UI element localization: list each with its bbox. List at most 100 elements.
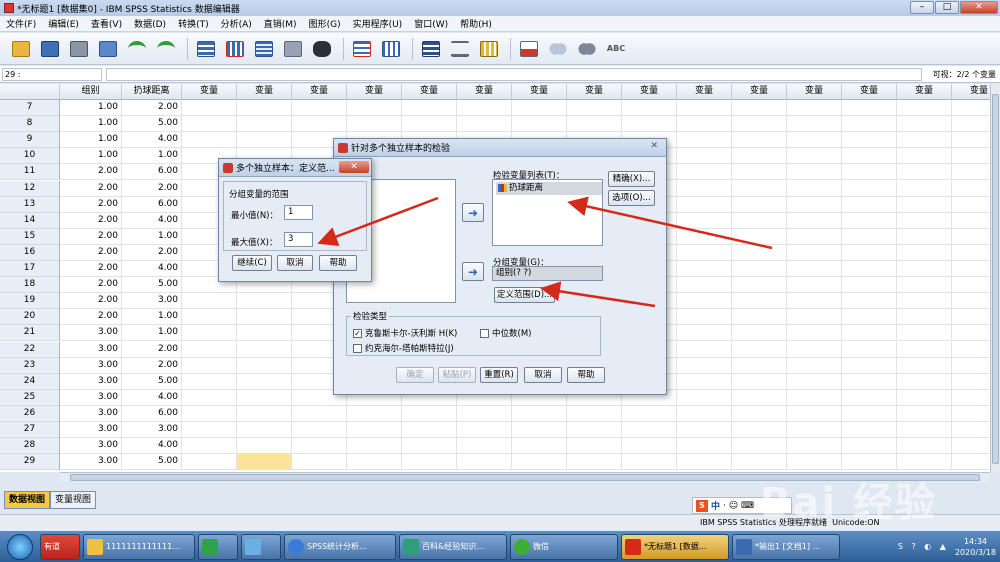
median-checkbox-box[interactable]: [480, 329, 489, 338]
empty-cell[interactable]: [897, 389, 952, 406]
empty-cell[interactable]: [897, 100, 952, 117]
empty-cell[interactable]: [897, 261, 952, 278]
empty-column-header[interactable]: 变量: [402, 84, 457, 100]
empty-cell[interactable]: [512, 438, 567, 455]
row-number[interactable]: 29: [0, 454, 60, 471]
run-descriptives-icon[interactable]: [280, 37, 306, 61]
taskbar-spss-data[interactable]: *无标题1 [数据...: [621, 533, 729, 560]
weight-cases-icon[interactable]: [447, 37, 473, 61]
empty-column-header[interactable]: 变量: [897, 84, 952, 100]
empty-cell[interactable]: [952, 229, 990, 245]
empty-cell[interactable]: [732, 325, 787, 342]
tests-dialog-close-button[interactable]: ✕: [650, 141, 658, 151]
empty-cell[interactable]: [787, 164, 842, 181]
empty-cell[interactable]: [347, 422, 402, 439]
cell-distance[interactable]: 5.00: [122, 373, 182, 390]
empty-cell[interactable]: [567, 454, 622, 471]
empty-cell[interactable]: [457, 405, 512, 422]
cell-group[interactable]: 2.00: [60, 277, 122, 294]
empty-cell[interactable]: [402, 454, 457, 471]
cell-distance[interactable]: 1.00: [122, 309, 182, 326]
print-icon[interactable]: [66, 37, 92, 61]
empty-cell[interactable]: [237, 422, 292, 439]
empty-cell[interactable]: [787, 261, 842, 278]
range-help-button[interactable]: 帮助: [319, 255, 357, 271]
cell-group[interactable]: 3.00: [60, 357, 122, 374]
menu-window[interactable]: 窗口(W): [408, 17, 454, 30]
empty-cell[interactable]: [402, 438, 457, 455]
empty-cell[interactable]: [897, 357, 952, 374]
empty-cell[interactable]: [732, 100, 787, 117]
empty-cell[interactable]: [182, 373, 237, 390]
empty-cell[interactable]: [237, 309, 292, 326]
empty-cell[interactable]: [182, 438, 237, 455]
menu-graphs[interactable]: 图形(G): [303, 17, 347, 30]
cell-group[interactable]: 2.00: [60, 180, 122, 197]
empty-cell[interactable]: [347, 405, 402, 422]
goto-case-icon[interactable]: [193, 37, 219, 61]
empty-cell[interactable]: [842, 389, 897, 406]
empty-cell[interactable]: [182, 325, 237, 342]
cell-group[interactable]: 1.00: [60, 148, 122, 165]
empty-cell[interactable]: [402, 100, 457, 117]
empty-cell[interactable]: [237, 116, 292, 133]
paste-button[interactable]: 粘贴(P): [438, 367, 476, 383]
empty-cell[interactable]: [567, 438, 622, 455]
taskbar-wechat[interactable]: 微信: [510, 533, 618, 560]
empty-cell[interactable]: [952, 261, 990, 278]
empty-cell[interactable]: [677, 277, 732, 294]
empty-cell[interactable]: [787, 438, 842, 455]
empty-cell[interactable]: [897, 212, 952, 229]
cell-distance[interactable]: 2.00: [122, 180, 182, 197]
cell-group[interactable]: 1.00: [60, 132, 122, 149]
empty-cell[interactable]: [182, 100, 237, 117]
cell-distance[interactable]: 4.00: [122, 132, 182, 149]
cell-group[interactable]: 3.00: [60, 373, 122, 390]
show-all-variables-icon[interactable]: [574, 37, 600, 61]
empty-cell[interactable]: [512, 422, 567, 439]
row-number[interactable]: 21: [0, 325, 60, 342]
cell-group[interactable]: 3.00: [60, 405, 122, 422]
cell-group[interactable]: 2.00: [60, 228, 122, 245]
open-icon[interactable]: [8, 37, 34, 61]
goto-variable-icon[interactable]: [222, 37, 248, 61]
empty-cell[interactable]: [787, 357, 842, 374]
help-button[interactable]: 帮助: [567, 367, 605, 383]
menu-transform[interactable]: 转换(T): [172, 17, 215, 30]
empty-cell[interactable]: [677, 309, 732, 326]
minimize-button[interactable]: –: [910, 1, 934, 14]
empty-cell[interactable]: [237, 293, 292, 310]
menu-help[interactable]: 帮助(H): [454, 17, 498, 30]
reset-button[interactable]: 重置(R): [480, 367, 518, 383]
cancel-button[interactable]: 取消: [524, 367, 562, 383]
empty-cell[interactable]: [842, 373, 897, 390]
empty-cell[interactable]: [897, 422, 952, 439]
empty-cell[interactable]: [512, 116, 567, 133]
empty-cell[interactable]: [347, 438, 402, 455]
column-header[interactable]: 组别: [60, 84, 122, 100]
empty-cell[interactable]: [512, 405, 567, 422]
empty-cell[interactable]: [952, 374, 990, 390]
empty-cell[interactable]: [237, 325, 292, 342]
cell-distance[interactable]: 5.00: [122, 454, 182, 471]
empty-cell[interactable]: [677, 212, 732, 229]
empty-cell[interactable]: [677, 116, 732, 133]
empty-cell[interactable]: [622, 422, 677, 439]
empty-cell[interactable]: [677, 454, 732, 471]
empty-cell[interactable]: [677, 228, 732, 245]
menu-file[interactable]: 文件(F): [0, 17, 42, 30]
use-sets-icon[interactable]: [545, 37, 571, 61]
empty-column-header[interactable]: 变量: [567, 84, 622, 100]
empty-cell[interactable]: [622, 405, 677, 422]
empty-cell[interactable]: [732, 132, 787, 149]
empty-cell[interactable]: [897, 244, 952, 261]
row-number[interactable]: 24: [0, 373, 60, 390]
empty-cell[interactable]: [952, 100, 990, 117]
cell-value-input[interactable]: [106, 68, 922, 81]
test-variable-item[interactable]: 扔球距离: [496, 182, 602, 195]
empty-column-header[interactable]: 变量: [787, 84, 842, 100]
empty-cell[interactable]: [952, 454, 990, 471]
empty-cell[interactable]: [567, 405, 622, 422]
ime-language[interactable]: 中: [711, 499, 720, 512]
recall-dialog-icon[interactable]: [95, 37, 121, 61]
